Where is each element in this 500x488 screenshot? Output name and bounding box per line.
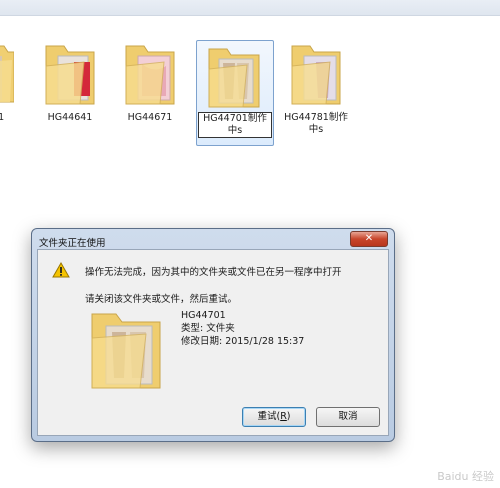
folder-label: HG44781制作中s <box>284 112 348 135</box>
close-icon: ✕ <box>364 233 374 244</box>
item-name: HG44701 <box>181 310 226 321</box>
folder-item-hg44641[interactable]: HG44641 <box>28 38 112 148</box>
file-info: HG44701 类型: 文件夹 修改日期: 2015/1/28 15:37 <box>181 309 304 348</box>
folder-icon <box>291 45 341 105</box>
dialog-body: 操作无法完成，因为其中的文件夹或文件已在另一程序中打开 请关闭该文件夹或文件，然… <box>37 249 389 436</box>
folder-icon <box>0 45 15 103</box>
folder-label: HG44701制作中s <box>198 112 272 138</box>
cancel-button[interactable]: 取消 <box>316 407 380 427</box>
retry-accelerator-key: R <box>280 411 287 422</box>
watermark: Baidu 经验 <box>437 470 494 483</box>
folder-in-use-dialog: 文件夹正在使用 ✕ 操作无法完成，因为其中的文件夹或文件已在另一程序中打开 请关… <box>31 228 395 442</box>
retry-label-prefix: 重试( <box>257 411 281 422</box>
warning-icon <box>52 262 70 278</box>
dialog-title: 文件夹正在使用 <box>39 238 106 249</box>
folder-icon <box>208 48 260 108</box>
folder-label: HG44641 <box>47 112 93 123</box>
folder-icon <box>91 313 161 389</box>
close-button[interactable]: ✕ <box>350 231 388 247</box>
folder-icon <box>125 45 175 105</box>
folder-label: HG44671 <box>127 112 173 123</box>
folder-label: 611 <box>0 112 5 123</box>
folder-item-hg44671[interactable]: HG44671 <box>108 38 192 148</box>
item-type: 类型: 文件夹 <box>181 323 235 334</box>
retry-label-suffix: ) <box>286 411 291 422</box>
folder-item-611[interactable]: 611 <box>0 38 15 148</box>
folder-icon <box>45 45 95 105</box>
retry-button[interactable]: 重试(R) <box>242 407 306 427</box>
error-message: 操作无法完成，因为其中的文件夹或文件已在另一程序中打开 <box>85 267 342 278</box>
folder-item-hg44781[interactable]: HG44781制作中s <box>274 38 358 148</box>
folder-item-hg44701[interactable]: HG44701制作中s <box>196 40 274 146</box>
instruction-text: 请关闭该文件夹或文件，然后重试。 <box>85 294 238 305</box>
window-top-bar <box>0 0 500 16</box>
item-modified: 修改日期: 2015/1/28 15:37 <box>181 336 305 347</box>
